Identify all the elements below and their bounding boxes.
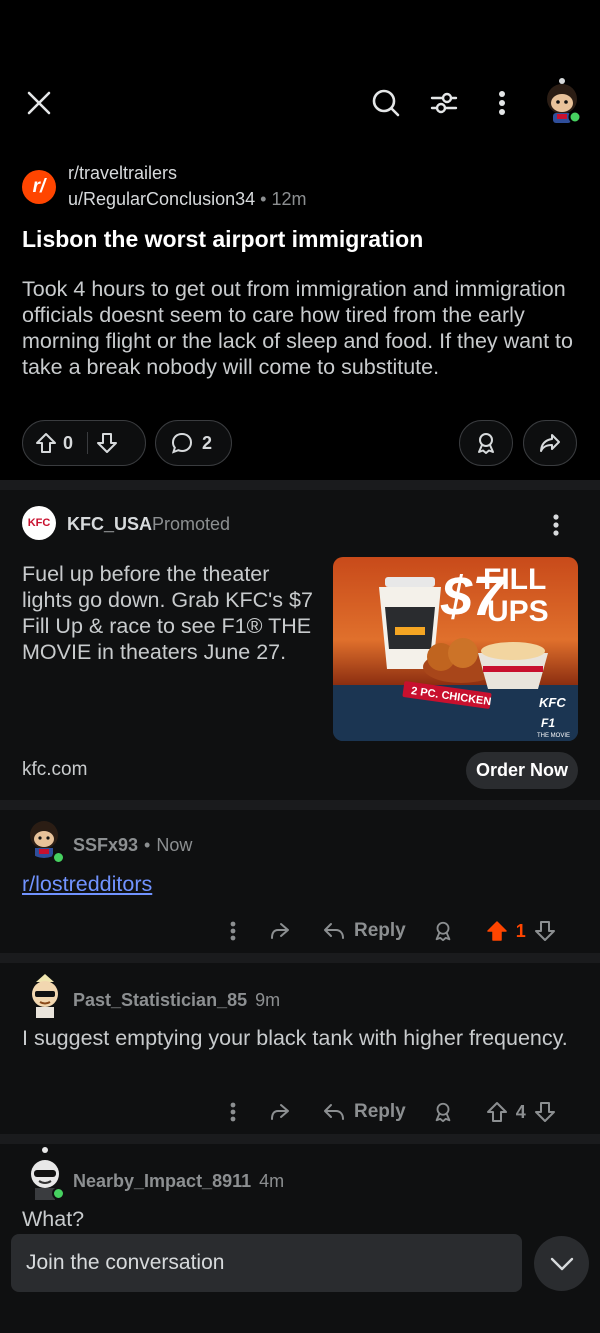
subreddit-link[interactable]: r/lostredditors [22, 872, 152, 896]
order-now-button[interactable]: Order Now [466, 752, 578, 789]
ad-image-brand: KFC [539, 695, 566, 710]
reply-label: Reply [354, 1101, 406, 1122]
downvote-icon[interactable] [96, 432, 118, 454]
ad-image-headline-1: FILL [483, 563, 546, 596]
upvote-icon[interactable] [486, 920, 508, 942]
promoted-label: Promoted [152, 514, 231, 534]
comment-time: Now [156, 835, 193, 855]
comment-score: 1 [515, 920, 526, 941]
user-avatar[interactable] [540, 75, 584, 125]
section-divider [0, 1134, 600, 1144]
share-icon[interactable] [268, 919, 292, 943]
comment-actions: Reply 1 [230, 915, 556, 947]
comment-meta: Nearby_Impact_8911 4m [73, 1171, 284, 1192]
search-icon[interactable] [367, 84, 405, 122]
online-indicator [52, 1187, 65, 1200]
ad-image[interactable]: 2 PC. CHICKEN $7 FILL UPS KFC F1 THE MOV… [333, 557, 578, 741]
advertiser-name[interactable]: KFC_USA [67, 514, 152, 535]
close-icon[interactable] [20, 84, 58, 122]
upvote-icon[interactable] [35, 432, 57, 454]
award-icon[interactable] [432, 920, 454, 942]
award-button[interactable] [459, 420, 513, 466]
ad-text[interactable]: Fuel up before the theater lights go dow… [22, 561, 317, 665]
ad-image-headline-2: UPS [487, 595, 549, 628]
downvote-icon[interactable] [534, 920, 556, 942]
ad-image-f1: F1 [541, 716, 555, 730]
online-indicator [52, 851, 65, 864]
composer-placeholder: Join the conversation [26, 1251, 225, 1274]
ad-image-movie: THE MOVIE [537, 733, 570, 739]
meta-separator: • [260, 189, 267, 209]
downvote-icon[interactable] [534, 1101, 556, 1123]
comment-time: 4m [259, 1171, 285, 1191]
comment-more-icon[interactable] [230, 921, 244, 941]
comment-count: 2 [202, 432, 213, 453]
top-bar [0, 0, 600, 155]
scroll-down-button[interactable] [534, 1236, 589, 1291]
more-vertical-icon[interactable] [488, 84, 516, 122]
meta-separator: • [144, 835, 151, 855]
comment-author[interactable]: Past_Statistician_85 [73, 990, 247, 1011]
join-conversation-input[interactable]: Join the conversation [11, 1234, 522, 1292]
advertiser-avatar[interactable]: KFC [22, 506, 56, 540]
section-divider [0, 800, 600, 810]
comment-author[interactable]: SSFx93 [73, 835, 138, 856]
reply-icon [324, 1104, 344, 1120]
upvote-icon[interactable] [486, 1101, 508, 1123]
reply-button[interactable]: Reply [322, 1101, 406, 1123]
comment-meta: SSFx93 • Now [73, 835, 192, 856]
reply-label: Reply [354, 920, 406, 941]
post-meta: u/RegularConclusion34 • 12m [68, 189, 306, 210]
comments-button[interactable]: 2 [155, 420, 232, 466]
post-body[interactable]: Took 4 hours to get out from immigration… [22, 276, 582, 380]
award-icon [474, 431, 498, 455]
ad-domain[interactable]: kfc.com [22, 759, 87, 781]
share-button[interactable] [523, 420, 577, 466]
post-title[interactable]: Lisbon the worst airport immigration [22, 226, 582, 253]
subreddit-icon[interactable]: r/ [22, 170, 56, 204]
subreddit-name[interactable]: r/traveltrailers [68, 163, 177, 184]
comment-more-icon[interactable] [230, 1102, 244, 1122]
ad-more-icon[interactable] [546, 510, 566, 540]
sort-filter-icon[interactable] [425, 84, 463, 122]
chevron-down-icon [550, 1257, 574, 1271]
comment-avatar[interactable] [24, 972, 66, 1018]
reply-icon [324, 923, 344, 939]
comment-body[interactable]: What? [22, 1206, 582, 1232]
comment-actions: Reply 4 [230, 1096, 556, 1128]
reply-button[interactable]: Reply [322, 920, 406, 942]
award-icon[interactable] [432, 1101, 454, 1123]
post-score: 0 [63, 432, 74, 453]
vote-divider [87, 432, 89, 454]
comment-score: 4 [515, 1101, 526, 1122]
post-time: 12m [271, 189, 307, 209]
share-icon[interactable] [268, 1100, 292, 1124]
comment-icon [170, 431, 194, 455]
comment-body: r/lostredditors [22, 871, 582, 897]
comment-meta: Past_Statistician_85 9m [73, 990, 280, 1011]
vote-bar: 0 [22, 420, 146, 466]
section-divider [0, 480, 600, 490]
post-author[interactable]: u/RegularConclusion34 [68, 189, 255, 209]
comment-time: 9m [255, 990, 281, 1010]
comment-author[interactable]: Nearby_Impact_8911 [73, 1171, 251, 1192]
share-icon [538, 431, 562, 455]
section-divider [0, 953, 600, 963]
comment-body[interactable]: I suggest emptying your black tank with … [22, 1025, 582, 1051]
